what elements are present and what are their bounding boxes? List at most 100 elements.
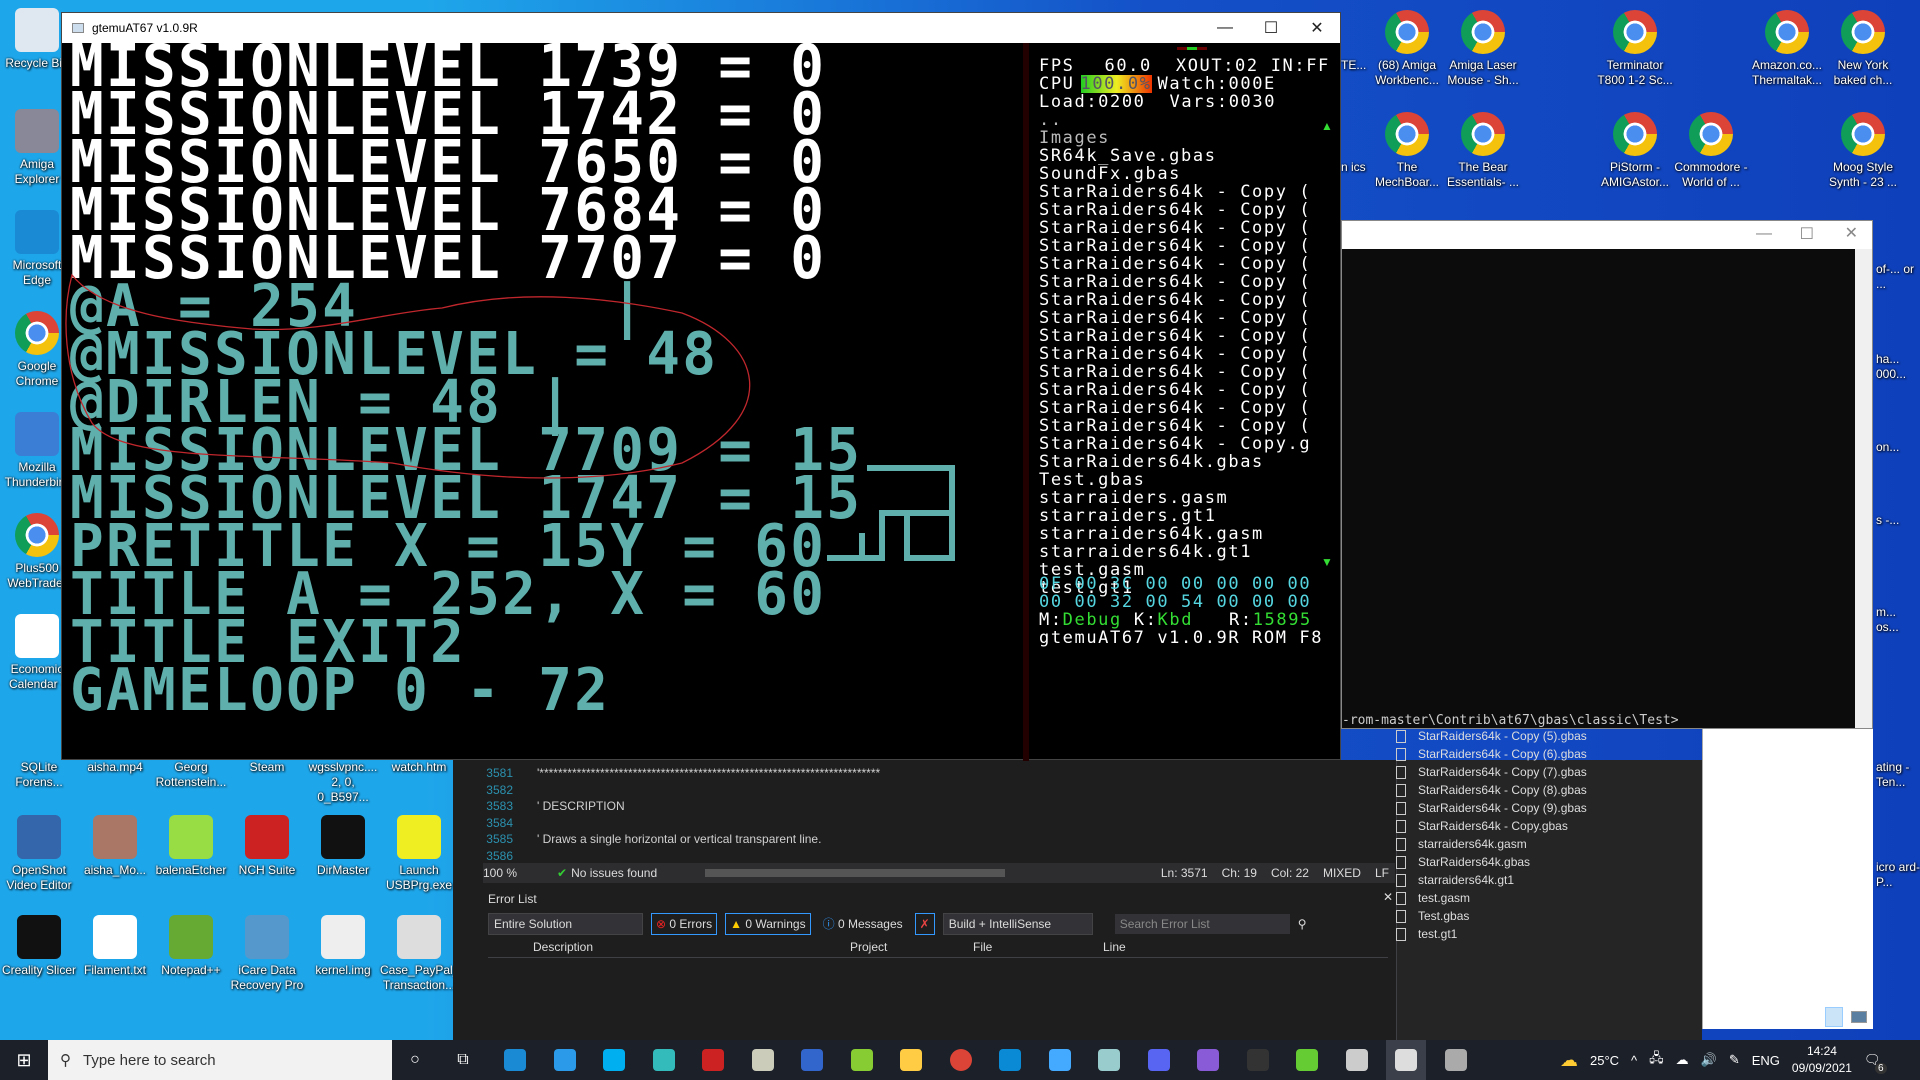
desktop-icon[interactable]: Terminator T800 1-2 Sc...	[1596, 10, 1674, 88]
desktop-icon[interactable]: The Bear Essentials- ...	[1444, 112, 1522, 190]
desktop-icon-partial[interactable]: icro ard-P...	[1876, 860, 1920, 890]
weather-icon[interactable]: ☁	[1560, 1050, 1578, 1071]
file-entry[interactable]: StarRaiders64k - Copy (	[1039, 345, 1311, 363]
scroll-up-arrow-icon[interactable]: ▲	[1321, 119, 1333, 133]
desktop-icon[interactable]: Creality Slicer	[0, 915, 78, 978]
desktop-icon[interactable]: aisha_Mo...	[76, 815, 154, 878]
file-entry[interactable]: StarRaiders64k - Copy (	[1039, 219, 1311, 237]
file-entry[interactable]: StarRaiders64k - Copy (	[1039, 201, 1311, 219]
minimize-button[interactable]: —	[1756, 225, 1772, 243]
desktop-icon[interactable]: PiStorm - AMIGAstor...	[1596, 112, 1674, 190]
solution-file[interactable]: StarRaiders64k - Copy (9).gbas	[1396, 799, 1587, 817]
taskbar-app[interactable]	[891, 1040, 931, 1080]
taskbar-app[interactable]	[1089, 1040, 1129, 1080]
build-dropdown[interactable]: Build + IntelliSense	[942, 912, 1093, 935]
errors-filter[interactable]: ⊗ 0 Errors	[651, 912, 718, 935]
preview-view-icon[interactable]	[1851, 1011, 1867, 1023]
notification-center-icon[interactable]: 🗨 6	[1864, 1052, 1887, 1074]
issues-status[interactable]: No issues found	[571, 866, 671, 880]
taskbar-app[interactable]	[693, 1040, 733, 1080]
file-entry[interactable]: StarRaiders64k - Copy (	[1039, 255, 1311, 273]
column-header[interactable]: File	[973, 940, 992, 954]
chevron-up-icon[interactable]: ^	[1631, 1053, 1637, 1068]
file-entry[interactable]: starraiders.gasm	[1039, 489, 1311, 507]
maximize-button[interactable]: ☐	[1800, 224, 1814, 244]
desktop-icon[interactable]: The MechBoar...	[1368, 112, 1446, 190]
language-indicator[interactable]: ENG	[1752, 1053, 1780, 1068]
start-button[interactable]: ⊞	[4, 1040, 44, 1080]
taskbar-app[interactable]	[1040, 1040, 1080, 1080]
desktop-icon-partial[interactable]: on...	[1876, 440, 1920, 455]
desktop-icon[interactable]: NCH Suite	[228, 815, 306, 878]
solution-file[interactable]: starraiders64k.gasm	[1396, 835, 1527, 853]
desktop-icon[interactable]: aisha.mp4	[76, 760, 154, 775]
file-entry[interactable]: StarRaiders64k - Copy (	[1039, 417, 1311, 435]
taskbar-app[interactable]	[1287, 1040, 1327, 1080]
solution-file[interactable]: StarRaiders64k - Copy (5).gbas	[1396, 727, 1587, 745]
solution-file[interactable]: test.gasm	[1396, 889, 1470, 907]
taskbar-app[interactable]	[1188, 1040, 1228, 1080]
messages-filter[interactable]: ⓘ 0 Messages	[819, 912, 907, 935]
desktop-icon-partial[interactable]: ating - Ten...	[1876, 760, 1920, 790]
desktop-icon[interactable]: Case_PayPal_ Transaction...	[380, 915, 459, 993]
file-entry[interactable]: StarRaiders64k.gbas	[1039, 453, 1311, 471]
desktop-icon[interactable]: Notepad++	[152, 915, 230, 978]
file-entry[interactable]: StarRaiders64k - Copy.g	[1039, 435, 1311, 453]
file-entry[interactable]: starraiders.gt1	[1039, 507, 1311, 525]
taskbar-app[interactable]	[545, 1040, 585, 1080]
details-view-icon[interactable]	[1825, 1007, 1843, 1027]
desktop-icon[interactable]: (68) Amiga Workbenc...	[1368, 10, 1446, 88]
scroll-down-arrow-icon[interactable]: ▼	[1321, 555, 1333, 569]
file-entry[interactable]: SoundFx.gbas	[1039, 165, 1311, 183]
horizontal-scrollbar[interactable]	[705, 869, 1006, 877]
scope-dropdown[interactable]: Entire Solution	[488, 912, 643, 935]
solution-file[interactable]: starraiders64k.gt1	[1396, 871, 1514, 889]
encoding[interactable]: MIXED	[1323, 866, 1361, 880]
zoom-level[interactable]: 100 %	[483, 866, 543, 880]
taskbar-app[interactable]	[644, 1040, 684, 1080]
solution-file[interactable]: StarRaiders64k - Copy (6).gbas	[1396, 745, 1587, 763]
file-entry[interactable]: StarRaiders64k - Copy (	[1039, 399, 1311, 417]
close-button[interactable]: ✕	[1845, 223, 1858, 243]
desktop-icon[interactable]: Steam	[228, 760, 306, 775]
file-entry[interactable]: StarRaiders64k - Copy (	[1039, 327, 1311, 345]
solution-file[interactable]: StarRaiders64k - Copy (8).gbas	[1396, 781, 1587, 799]
desktop-icon-partial[interactable]: TE...	[1341, 58, 1385, 73]
desktop-icon[interactable]: SQLite Forens...	[0, 760, 78, 790]
file-entry[interactable]: StarRaiders64k - Copy (	[1039, 237, 1311, 255]
taskbar-app[interactable]	[1436, 1040, 1476, 1080]
desktop-icon[interactable]: Moog Style Synth - 23 ...	[1824, 112, 1902, 190]
pen-icon[interactable]: ✎	[1729, 1052, 1740, 1068]
desktop-icon[interactable]: Commodore - World of ...	[1672, 112, 1750, 190]
desktop-icon[interactable]: Launch USBPrg.exe	[380, 815, 458, 893]
desktop-icon[interactable]: iCare Data Recovery Pro	[228, 915, 306, 993]
desktop-icon[interactable]: watch.htm	[380, 760, 458, 775]
task-view-button[interactable]: ⧉	[443, 1040, 483, 1080]
line-endings[interactable]: LF	[1375, 866, 1395, 880]
network-icon[interactable]: 🖧	[1649, 1049, 1664, 1071]
volume-icon[interactable]: 🔊	[1701, 1052, 1717, 1068]
file-entry[interactable]: StarRaiders64k - Copy (	[1039, 381, 1311, 399]
solution-file[interactable]: StarRaiders64k - Copy.gbas	[1396, 817, 1568, 835]
taskbar-app[interactable]	[1337, 1040, 1377, 1080]
taskbar-app[interactable]	[941, 1040, 981, 1080]
parent-dir[interactable]: ..	[1039, 111, 1063, 129]
solution-file[interactable]: StarRaiders64k.gbas	[1396, 853, 1530, 871]
warnings-filter[interactable]: ▲ 0 Warnings	[725, 912, 811, 935]
desktop-icon[interactable]: Filament.txt	[76, 915, 154, 978]
file-entry[interactable]: StarRaiders64k - Copy (	[1039, 309, 1311, 327]
file-entry[interactable]: SR64k_Save.gbas	[1039, 147, 1311, 165]
desktop-icon[interactable]: New York baked ch...	[1824, 10, 1902, 88]
desktop-icon[interactable]: kernel.img	[304, 915, 382, 978]
search-icon[interactable]: ⚲	[1298, 917, 1307, 931]
console-scrollbar[interactable]	[1855, 249, 1872, 728]
taskbar-app[interactable]	[1139, 1040, 1179, 1080]
file-entry[interactable]: starraiders64k.gasm	[1039, 525, 1311, 543]
solution-file[interactable]: StarRaiders64k - Copy (7).gbas	[1396, 763, 1587, 781]
file-entry[interactable]: starraiders64k.gt1	[1039, 543, 1311, 561]
cortana-button[interactable]: ○	[395, 1040, 435, 1080]
taskbar-app[interactable]	[743, 1040, 783, 1080]
file-entry[interactable]: StarRaiders64k - Copy (	[1039, 291, 1311, 309]
desktop-icon-partial[interactable]: ha... 000...	[1876, 352, 1920, 382]
desktop-icon[interactable]: DirMaster	[304, 815, 382, 878]
